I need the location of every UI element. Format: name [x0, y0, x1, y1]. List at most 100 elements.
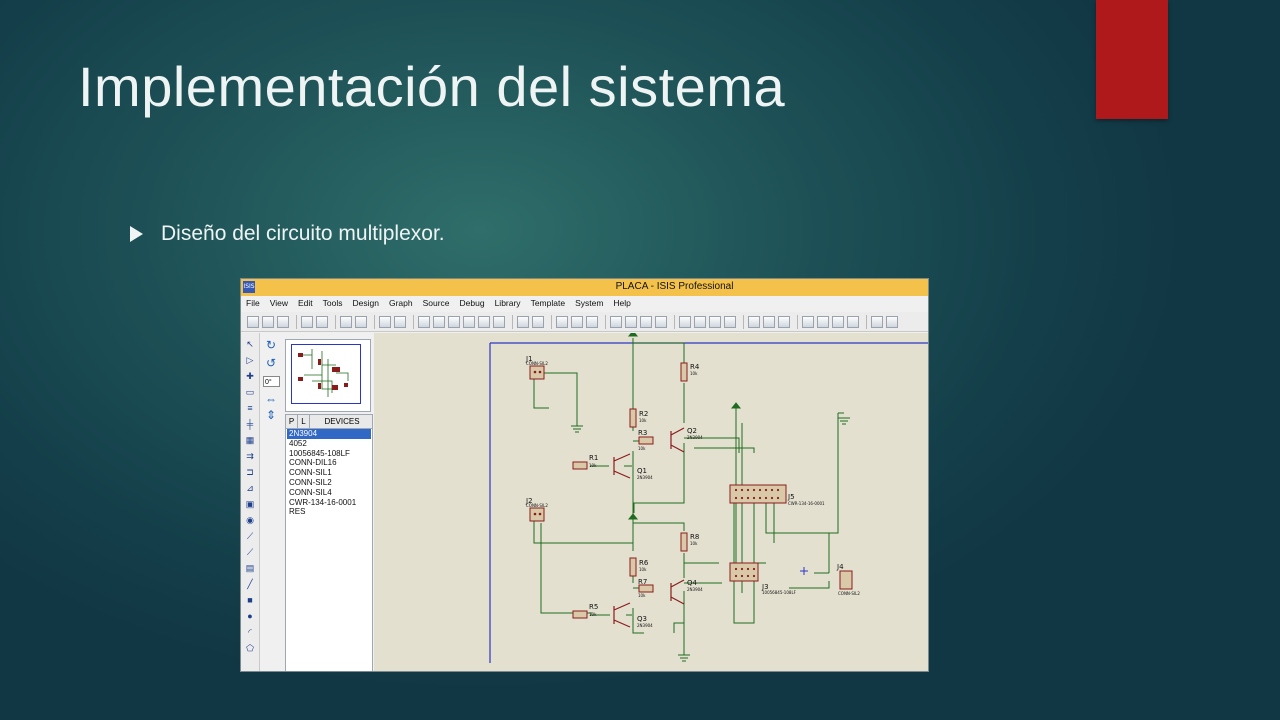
virtual-instruments-icon[interactable]: ▤ [244, 563, 256, 573]
component-mode-icon[interactable]: ▷ [244, 355, 256, 365]
remove-sheet-icon[interactable] [817, 315, 829, 328]
origin-icon[interactable] [418, 315, 430, 328]
voltage-probe-icon[interactable]: ⟋ [244, 531, 256, 541]
schematic-canvas[interactable]: J1 CONN-SIL2 J2 CONN-SIL2 J3 10056845-10… [374, 330, 928, 671]
device-item[interactable]: CONN-SIL1 [287, 468, 371, 478]
mirror-horizontal-icon[interactable]: ⇔ [264, 393, 278, 405]
undo-icon[interactable] [517, 315, 529, 328]
device-item[interactable]: 10056845-108LF [287, 449, 371, 459]
paste-icon[interactable] [586, 315, 598, 328]
pick-device-icon[interactable] [679, 315, 691, 328]
bus-icon[interactable]: ╪ [244, 419, 256, 429]
menu-graph[interactable]: Graph [384, 296, 418, 311]
connector-j4[interactable] [839, 570, 853, 590]
menu-file[interactable]: File [241, 296, 265, 311]
rotate-clockwise-icon[interactable]: ↻ [264, 339, 278, 351]
print-icon[interactable] [340, 315, 352, 328]
menu-help[interactable]: Help [608, 296, 635, 311]
wire-autorouter-icon[interactable] [748, 315, 760, 328]
wire-label-icon[interactable]: ▭ [244, 387, 256, 397]
junction-dot-icon[interactable]: ✚ [244, 371, 256, 381]
pan-icon[interactable] [433, 315, 445, 328]
arc-tool-icon[interactable]: ◜ [244, 627, 256, 637]
package-tool-icon[interactable] [709, 315, 721, 328]
connector-j3[interactable] [729, 562, 759, 582]
library-manager-button[interactable]: L [298, 415, 310, 428]
connector-j1[interactable] [529, 365, 545, 380]
subcircuit-icon[interactable]: ▦ [244, 435, 256, 445]
resistor-r1[interactable] [572, 461, 588, 470]
copy-icon[interactable] [571, 315, 583, 328]
new-sheet-icon[interactable] [802, 315, 814, 328]
current-probe-icon[interactable]: ⟋ [244, 547, 256, 557]
block-rotate-icon[interactable] [640, 315, 652, 328]
rotate-anticlockwise-icon[interactable]: ↺ [264, 357, 278, 369]
resistor-r3[interactable] [638, 436, 654, 445]
device-item[interactable]: CWR-134-16-0001 [287, 498, 371, 508]
zoom-all-icon[interactable] [478, 315, 490, 328]
menu-edit[interactable]: Edit [293, 296, 318, 311]
mirror-vertical-icon[interactable]: ⇕ [264, 409, 278, 421]
text-script-icon[interactable]: ≡ [244, 403, 256, 413]
box-tool-icon[interactable]: ■ [244, 595, 256, 605]
overview-window[interactable] [285, 339, 371, 412]
zoom-out-icon[interactable] [463, 315, 475, 328]
zoom-in-icon[interactable] [448, 315, 460, 328]
resistor-r8[interactable] [680, 532, 688, 552]
property-tool-icon[interactable] [778, 315, 790, 328]
bill-of-materials-icon[interactable] [847, 315, 859, 328]
device-item[interactable]: 4052 [287, 439, 371, 449]
menu-debug[interactable]: Debug [455, 296, 490, 311]
save-icon[interactable] [277, 315, 289, 328]
print-area-icon[interactable] [355, 315, 367, 328]
menu-system[interactable]: System [570, 296, 608, 311]
pick-devices-button[interactable]: P [286, 415, 298, 428]
device-item[interactable]: CONN-SIL4 [287, 488, 371, 498]
generator-icon[interactable]: ◉ [244, 515, 256, 525]
block-delete-icon[interactable] [655, 315, 667, 328]
block-copy-icon[interactable] [610, 315, 622, 328]
netlist-to-ares-icon[interactable] [886, 315, 898, 328]
device-item[interactable]: CONN-DIL16 [287, 458, 371, 468]
connector-j5[interactable] [729, 484, 787, 504]
tape-recorder-icon[interactable]: ▣ [244, 499, 256, 509]
export-icon[interactable] [316, 315, 328, 328]
make-device-icon[interactable] [694, 315, 706, 328]
import-icon[interactable] [301, 315, 313, 328]
zoom-area-icon[interactable] [493, 315, 505, 328]
search-tag-icon[interactable] [763, 315, 775, 328]
electrical-check-icon[interactable] [871, 315, 883, 328]
block-move-icon[interactable] [625, 315, 637, 328]
resistor-r5[interactable] [572, 610, 588, 619]
path-tool-icon[interactable]: ⬠ [244, 643, 256, 653]
redo-icon[interactable] [532, 315, 544, 328]
device-item[interactable]: 2N3904 [287, 429, 371, 439]
connector-j2[interactable] [529, 507, 545, 522]
transistor-q2[interactable] [670, 427, 685, 453]
device-item[interactable]: CONN-SIL2 [287, 478, 371, 488]
resistor-r4[interactable] [680, 362, 688, 382]
menu-library[interactable]: Library [490, 296, 526, 311]
menu-template[interactable]: Template [526, 296, 571, 311]
rotation-angle-field[interactable]: 0° [263, 376, 280, 387]
exit-parent-icon[interactable] [832, 315, 844, 328]
line-tool-icon[interactable]: ╱ [244, 579, 256, 589]
device-pins-icon[interactable]: ⊐ [244, 467, 256, 477]
transistor-q4[interactable] [670, 579, 685, 605]
grid-icon[interactable] [394, 315, 406, 328]
resistor-r7[interactable] [638, 584, 654, 593]
new-file-icon[interactable] [247, 315, 259, 328]
menu-source[interactable]: Source [418, 296, 455, 311]
menu-design[interactable]: Design [347, 296, 383, 311]
open-file-icon[interactable] [262, 315, 274, 328]
terminals-icon[interactable]: ⇉ [244, 451, 256, 461]
resistor-r6[interactable] [629, 557, 637, 577]
menu-tools[interactable]: Tools [318, 296, 348, 311]
device-item[interactable]: RES [287, 507, 371, 517]
selection-mode-icon[interactable]: ↖ [244, 339, 256, 349]
graph-icon[interactable]: ⊿ [244, 483, 256, 493]
menu-view[interactable]: View [265, 296, 293, 311]
refresh-icon[interactable] [379, 315, 391, 328]
decompose-icon[interactable] [724, 315, 736, 328]
circle-tool-icon[interactable]: ● [244, 611, 256, 621]
